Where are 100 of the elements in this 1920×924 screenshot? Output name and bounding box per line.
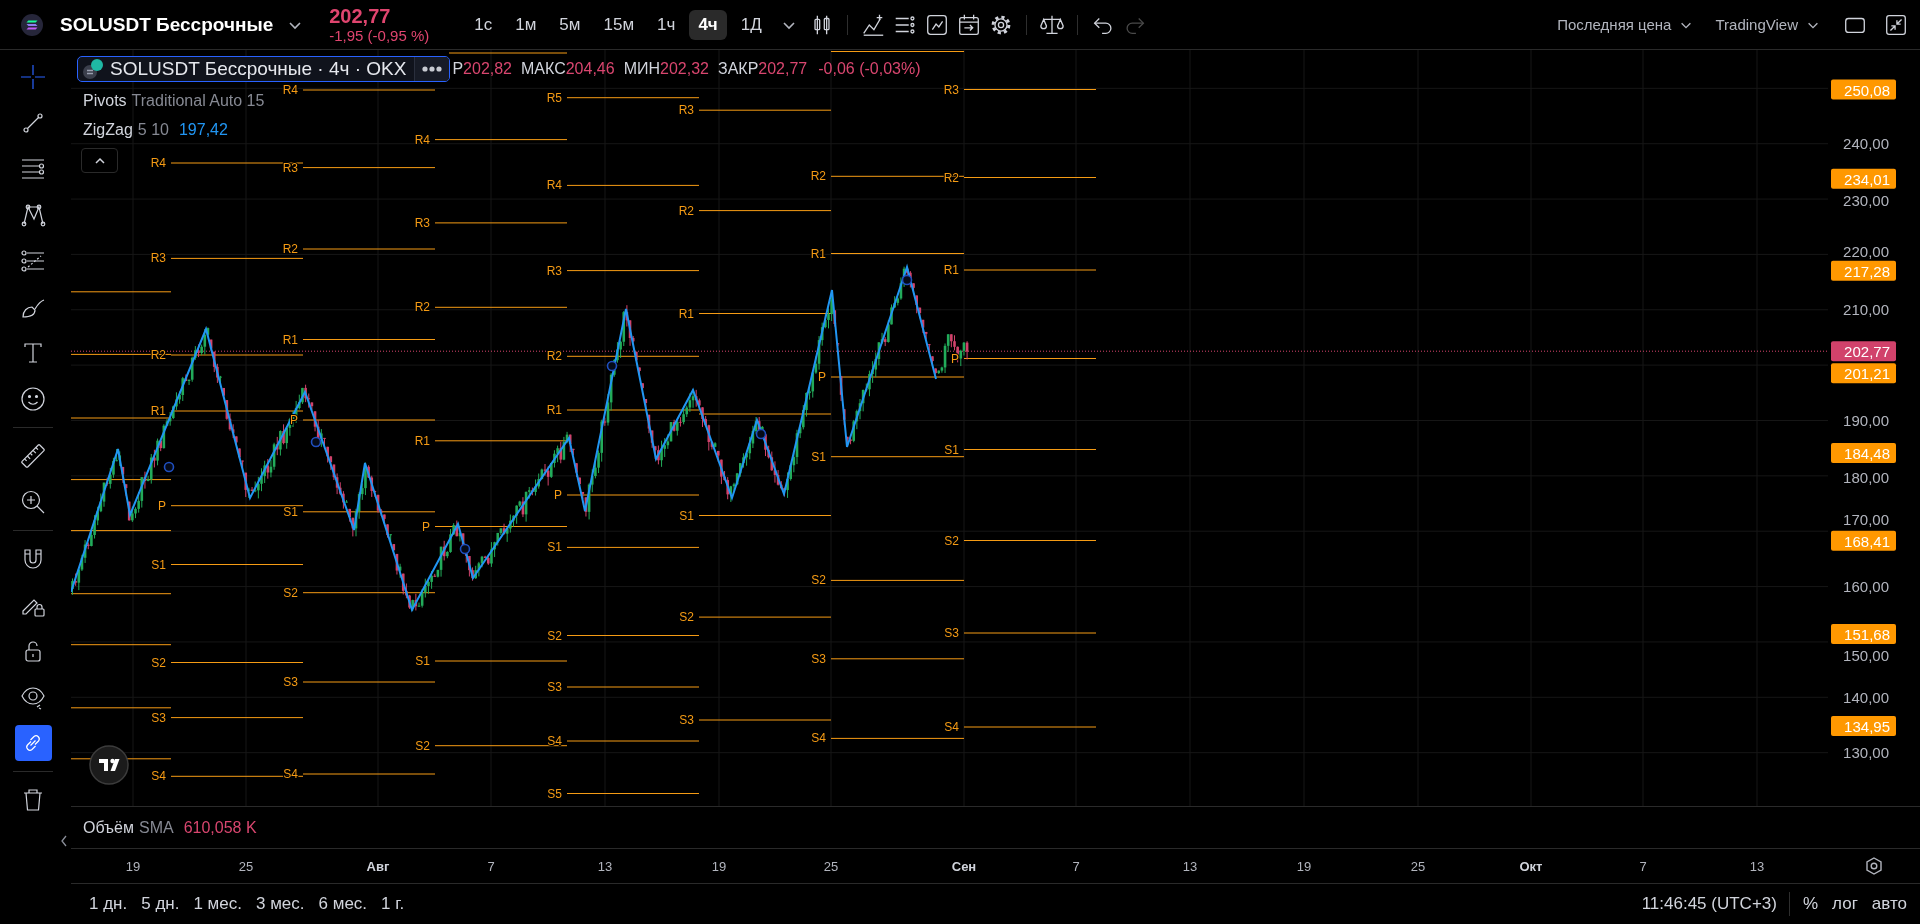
logo-icon[interactable] [89,745,129,785]
price-level-badge: 234,01 [1831,168,1896,189]
indicator-value: 197,42 [178,121,228,139]
pivot-label: S2 [283,585,298,600]
range-button[interactable]: 1 г. [381,894,405,914]
time-label: 25 [823,858,839,874]
pivot-label: R2 [282,242,298,256]
pivot-label: S3 [151,710,166,725]
pivot-label: R4 [282,83,298,97]
pivot-label: R2 [414,300,430,315]
pivot-label: R5 [546,90,562,105]
pivot-label: S3 [679,713,694,727]
timeframe-tab[interactable]: 5м [550,9,590,40]
clock[interactable]: 11:46:45 (UTC+3) [1641,894,1777,914]
price-tick-label: 150,00 [1843,646,1889,664]
timeframe-tab[interactable]: 1Д [731,9,771,40]
log-toggle[interactable]: лог [1832,894,1858,914]
time-label: 19 [1296,858,1312,874]
ohlc-value: 202,32 [660,60,709,77]
range-button[interactable]: 3 мес. [256,894,305,914]
last-price: 202,77 [329,4,392,27]
symbol-legend[interactable]: SOLUSDT Бессрочные · 4ч · OKX [77,56,451,82]
pivot-label: R4 [150,156,166,170]
timeframe-tab[interactable]: 1с [465,9,502,40]
volume-name[interactable]: Объём [83,818,134,837]
zoom-in-icon[interactable] [19,488,47,516]
pivot-label: P [422,519,430,534]
pivot-label: R4 [414,132,430,147]
indicator-name[interactable]: ZigZag [83,121,133,139]
price-level-badge: 184,48 [1831,443,1896,463]
price-level-badge: 217,28 [1831,260,1896,281]
pivot-label: S2 [944,533,959,548]
provider-dropdown[interactable]: TradingView [1715,16,1798,33]
volume-value: 610,058 K [183,818,257,837]
time-label: 25 [238,858,254,874]
legend-title: SOLUSDT Бессрочные · 4ч · OKX [110,58,407,80]
ruler-icon[interactable] [19,442,47,470]
collapse-legend-button[interactable] [81,148,118,173]
timeframe-tab[interactable]: 1м [506,9,546,40]
smiley-icon[interactable] [19,385,47,413]
pivot-label: S5 [547,786,562,801]
pivot-label: R1 [282,332,298,347]
chevron-left-icon[interactable] [60,835,68,847]
pivot-label: R2 [546,349,562,364]
price-tick-label: 170,00 [1843,510,1889,528]
pivot-label: R1 [414,433,430,448]
pivot-label: R1 [546,403,562,417]
circle-marker-icon [163,461,175,473]
pivot-label: S1 [944,442,959,457]
pivot-label: R3 [678,103,694,118]
pivot-label: S3 [811,651,826,666]
range-button[interactable]: 1 мес. [193,894,242,914]
indicator-params: Traditional Auto 15 [131,92,265,110]
time-label: Сен [951,858,977,874]
circle-marker-icon [310,436,322,448]
range-button[interactable]: 5 дн. [141,894,180,914]
pivot-label: R1 [150,404,166,418]
pivot-label: R2 [810,169,826,184]
price-level-badge: 168,41 [1831,530,1896,551]
auto-toggle[interactable]: авто [1871,894,1907,914]
timeframe-tab[interactable]: 4ч [689,9,727,40]
pivot-label: S3 [283,675,298,689]
timeframe-tab[interactable]: 15м [594,9,644,40]
link-toggle[interactable] [14,725,52,761]
time-label: 19 [711,858,727,874]
time-label: 13 [1182,858,1198,874]
price-source-dropdown[interactable]: Последняя цена [1557,16,1672,33]
pivot-label: R1 [678,306,694,321]
price-tick-label: 160,00 [1843,578,1889,596]
pivot-label: S1 [415,654,430,668]
pivot-label: S1 [679,508,694,523]
bar-change: -0,06 (-0,03%) [818,60,921,78]
settings-icon[interactable] [1864,856,1884,876]
pivot-label: S3 [944,626,959,640]
price-tick-label: 230,00 [1843,191,1889,209]
price-tick-label: 140,00 [1843,689,1889,707]
projection-icon[interactable] [19,247,47,275]
range-button[interactable]: 6 мес. [318,894,368,914]
range-button[interactable]: 1 дн. [89,894,128,914]
pivot-label: S2 [679,610,694,625]
pivot-label: S4 [944,720,959,734]
indicator-name[interactable]: Pivots [83,92,127,110]
pivot-label: S2 [547,628,562,643]
more-icon[interactable] [414,57,450,81]
percent-toggle[interactable]: % [1802,894,1819,914]
timeframe-tab[interactable]: 1ч [648,9,685,40]
last-price-badge: 202,77 [1831,341,1896,362]
ohlc-value: 202,77 [758,60,808,77]
time-label: 13 [1749,858,1765,874]
circle-marker-icon [901,274,913,286]
ohlc-label: МАКС [521,60,566,77]
symbol-name[interactable]: SOLUSDT Бессрочные [60,13,274,36]
pivot-label: R3 [943,82,959,97]
pivot-label: R3 [150,251,166,266]
pivot-label: S4 [811,731,826,746]
pivot-label: P [290,413,298,427]
price-level-badge: 151,68 [1831,624,1896,644]
pivot-label: S2 [415,738,430,753]
price-change: -1,95 (-0,95 %) [329,26,431,45]
ohlc-value: 204,46 [565,60,615,77]
